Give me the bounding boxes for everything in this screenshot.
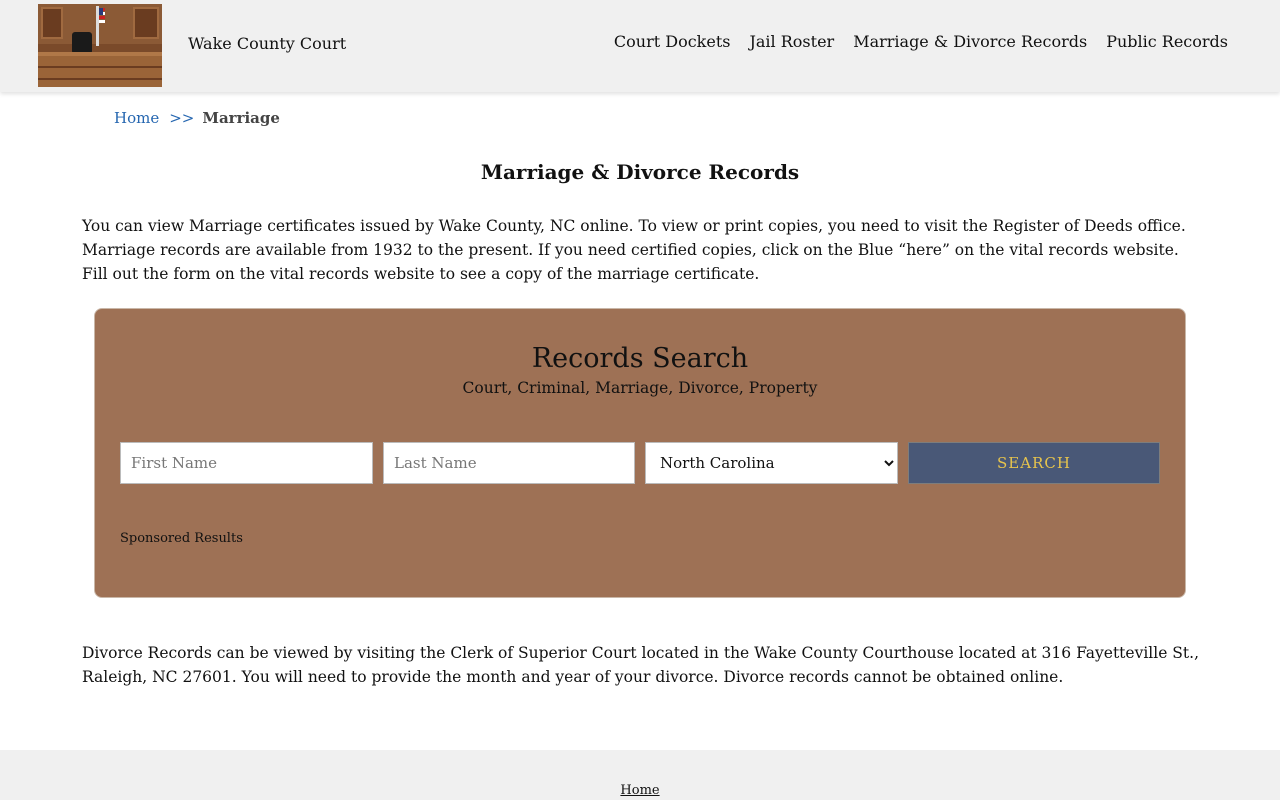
first-name-input[interactable] xyxy=(120,442,373,484)
sponsored-results-label: Sponsored Results xyxy=(120,531,243,546)
site-footer: Home xyxy=(0,750,1280,800)
courtroom-logo-image[interactable] xyxy=(38,4,162,87)
search-subtitle: Court, Criminal, Marriage, Divorce, Prop… xyxy=(462,379,818,397)
nav-court-dockets[interactable]: Court Dockets xyxy=(614,32,731,51)
breadcrumb-separator: >> xyxy=(169,109,195,127)
breadcrumb-home-link[interactable]: Home xyxy=(114,109,159,127)
nav-jail-roster[interactable]: Jail Roster xyxy=(749,32,834,51)
footer-home-link[interactable]: Home xyxy=(0,783,1280,798)
breadcrumb-current: Marriage xyxy=(202,109,280,127)
site-title[interactable]: Wake County Court xyxy=(188,34,346,53)
marriage-intro-text: You can view Marriage certificates issue… xyxy=(82,217,1186,283)
divorce-records-text: Divorce Records can be viewed by visitin… xyxy=(82,644,1199,686)
page-title: Marriage & Divorce Records xyxy=(480,160,800,184)
nav-marriage-divorce-records[interactable]: Marriage & Divorce Records xyxy=(853,32,1087,51)
site-header: Wake County Court Court Dockets Jail Ros… xyxy=(0,0,1280,92)
state-select[interactable]: North Carolina xyxy=(645,442,898,484)
main-nav: Court Dockets Jail Roster Marriage & Div… xyxy=(614,32,1228,51)
nav-public-records[interactable]: Public Records xyxy=(1106,32,1228,51)
last-name-input[interactable] xyxy=(383,442,635,484)
records-search-panel: Records Search Court, Criminal, Marriage… xyxy=(94,308,1186,598)
search-title: Records Search xyxy=(531,343,749,374)
breadcrumb: Home >> Marriage xyxy=(114,109,280,127)
search-button[interactable]: SEARCH xyxy=(908,442,1160,484)
